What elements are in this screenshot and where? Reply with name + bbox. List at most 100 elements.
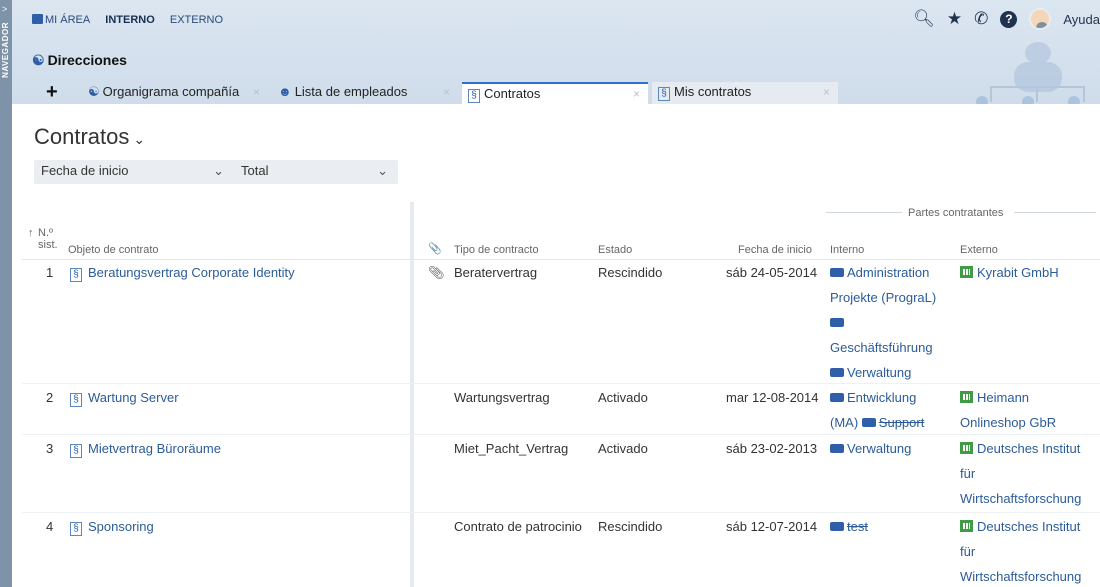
- close-icon[interactable]: ×: [633, 84, 640, 104]
- department-icon: [830, 393, 844, 402]
- contracts-table: ↑ N.º sist. Objeto de contrato 📎 Tipo de…: [22, 202, 1100, 587]
- nav-interno[interactable]: INTERNO: [105, 14, 155, 26]
- external-link[interactable]: Onlineshop GbR: [960, 415, 1056, 430]
- tab-label: Mis contratos: [674, 84, 752, 99]
- nav-mi-area[interactable]: MI ÁREA: [32, 14, 90, 26]
- external-link[interactable]: Wirtschaftsforschung: [960, 491, 1081, 506]
- tab-lista-empleados[interactable]: ☻ Lista de empleados ×: [272, 82, 458, 104]
- close-icon[interactable]: ×: [823, 82, 830, 102]
- company-icon: [960, 520, 973, 532]
- avatar[interactable]: [1029, 8, 1052, 30]
- cell-object[interactable]: § Sponsoring: [70, 514, 154, 539]
- filter-label: Fecha de inicio: [41, 163, 129, 178]
- internal-link[interactable]: Entwicklung: [847, 390, 916, 405]
- department-icon: [861, 418, 876, 427]
- contract-link[interactable]: Wartung Server: [88, 390, 179, 405]
- cell-type: Beratervertrag: [454, 265, 538, 280]
- col-estado[interactable]: Estado: [598, 244, 632, 256]
- cell-internal: test: [830, 514, 950, 539]
- internal-link[interactable]: Geschäftsführung: [830, 340, 933, 355]
- navigator-chevron-icon[interactable]: >: [2, 4, 7, 14]
- phone-icon[interactable]: ✆: [974, 9, 988, 29]
- department-icon: [830, 268, 844, 277]
- cell-external: Kyrabit GmbH: [960, 260, 1100, 285]
- paperclip-icon[interactable]: 📎︎: [428, 260, 445, 285]
- external-link[interactable]: Heimann: [977, 390, 1029, 405]
- group-divider: [1014, 212, 1096, 213]
- chevron-down-icon[interactable]: ⌄: [133, 131, 145, 147]
- external-link[interactable]: Kyrabit GmbH: [977, 265, 1059, 280]
- col-externo[interactable]: Externo: [960, 244, 998, 256]
- internal-link-inactive[interactable]: test: [847, 519, 868, 534]
- sort-asc-icon[interactable]: ↑: [28, 227, 34, 239]
- cell-object[interactable]: § Wartung Server: [70, 385, 179, 410]
- close-icon[interactable]: ×: [253, 82, 260, 102]
- filter-bar: Fecha de inicio ⌄ Total ⌄: [34, 160, 398, 184]
- top-navigation: MI ÁREA INTERNO EXTERNO: [32, 14, 235, 26]
- cell-start-date: sáb 23-02-2013: [726, 441, 818, 456]
- col-objeto[interactable]: Objeto de contrato: [68, 244, 159, 256]
- cell-external: Deutsches Institut für Wirtschaftsforsch…: [960, 436, 1100, 511]
- department-icon: [830, 444, 844, 453]
- contract-icon: §: [658, 87, 670, 101]
- cell-type: Wartungsvertrag: [454, 390, 550, 405]
- department-icon: [830, 522, 844, 531]
- internal-link[interactable]: Projekte (PrograL): [830, 290, 936, 305]
- external-link[interactable]: für: [960, 544, 975, 559]
- internal-link[interactable]: (MA): [830, 415, 858, 430]
- contract-link[interactable]: Sponsoring: [88, 519, 154, 534]
- cell-state: Activado: [598, 441, 648, 456]
- navigator-panel[interactable]: > NAVEGADOR: [0, 0, 12, 587]
- col-tipo[interactable]: Tipo de contracto: [454, 244, 539, 256]
- cell-type: Contrato de patrocinio: [454, 519, 582, 534]
- org-chart-icon: ☯: [88, 84, 100, 99]
- internal-link[interactable]: Administration: [847, 265, 929, 280]
- cell-internal: Entwicklung (MA) Support: [830, 385, 950, 435]
- search-icon[interactable]: 🔍︎: [913, 9, 935, 29]
- cell-external: Heimann Onlineshop GbR: [960, 385, 1100, 435]
- col-fecha-inicio[interactable]: Fecha de inicio: [738, 244, 812, 256]
- company-icon: [960, 442, 973, 454]
- cell-object[interactable]: § Beratungsvertrag Corporate Identity: [70, 260, 295, 285]
- external-link[interactable]: Deutsches Institut: [977, 519, 1080, 534]
- table-row[interactable]: 1 § Beratungsvertrag Corporate Identity 📎…: [22, 260, 1100, 384]
- tab-contratos[interactable]: § Contratos ×: [462, 82, 648, 104]
- internal-link-inactive[interactable]: Support: [879, 415, 925, 430]
- external-link[interactable]: Wirtschaftsforschung: [960, 569, 1081, 584]
- contract-icon: §: [468, 89, 480, 103]
- external-link[interactable]: Deutsches Institut: [977, 441, 1080, 456]
- nav-externo[interactable]: EXTERNO: [170, 14, 223, 26]
- cell-state: Activado: [598, 390, 648, 405]
- table-header: ↑ N.º sist. Objeto de contrato 📎 Tipo de…: [22, 202, 1100, 260]
- cell-start-date: sáb 24-05-2014: [726, 265, 818, 280]
- cell-state: Rescindido: [598, 519, 663, 534]
- contract-link[interactable]: Mietvertrag Büroräume: [88, 441, 221, 456]
- close-icon[interactable]: ×: [443, 82, 450, 102]
- col-num-sist[interactable]: N.º sist.: [38, 227, 60, 251]
- tab-bar: + ☯ Organigrama compañía × ☻ Lista de empl…: [12, 80, 872, 104]
- col-interno[interactable]: Interno: [830, 244, 864, 256]
- cell-object[interactable]: § Mietvertrag Büroräume: [70, 436, 221, 461]
- cell-internal: Verwaltung: [830, 436, 950, 461]
- internal-link[interactable]: Verwaltung: [847, 365, 911, 380]
- table-row[interactable]: 2 § Wartung Server Wartungsvertrag Activa…: [22, 385, 1100, 435]
- tab-mis-contratos[interactable]: § Mis contratos ×: [652, 82, 838, 104]
- add-tab-button[interactable]: +: [46, 82, 58, 102]
- directory-icon: ☯: [32, 52, 45, 68]
- filter-total[interactable]: Total ⌄: [234, 160, 398, 184]
- tab-label: Contratos: [484, 86, 541, 101]
- internal-link[interactable]: Verwaltung: [847, 441, 911, 456]
- contract-link[interactable]: Beratungsvertrag Corporate Identity: [88, 265, 295, 280]
- table-row[interactable]: 4 § Sponsoring Contrato de patrocinio Res…: [22, 514, 1100, 587]
- help-link[interactable]: Ayuda: [1063, 12, 1100, 27]
- contract-icon: §: [70, 393, 82, 407]
- cell-type: Miet_Pacht_Vertrag: [454, 441, 569, 456]
- table-row[interactable]: 3 § Mietvertrag Büroräume Miet_Pacht_Vert…: [22, 436, 1100, 513]
- filter-fecha-inicio[interactable]: Fecha de inicio ⌄: [34, 160, 234, 184]
- star-icon[interactable]: ★: [947, 9, 962, 29]
- tab-organigrama[interactable]: ☯ Organigrama compañía ×: [82, 82, 268, 104]
- cell-num: 3: [46, 441, 54, 456]
- content-title[interactable]: Contratos ⌄: [34, 124, 145, 150]
- question-icon[interactable]: ?: [1000, 10, 1018, 28]
- external-link[interactable]: für: [960, 466, 975, 481]
